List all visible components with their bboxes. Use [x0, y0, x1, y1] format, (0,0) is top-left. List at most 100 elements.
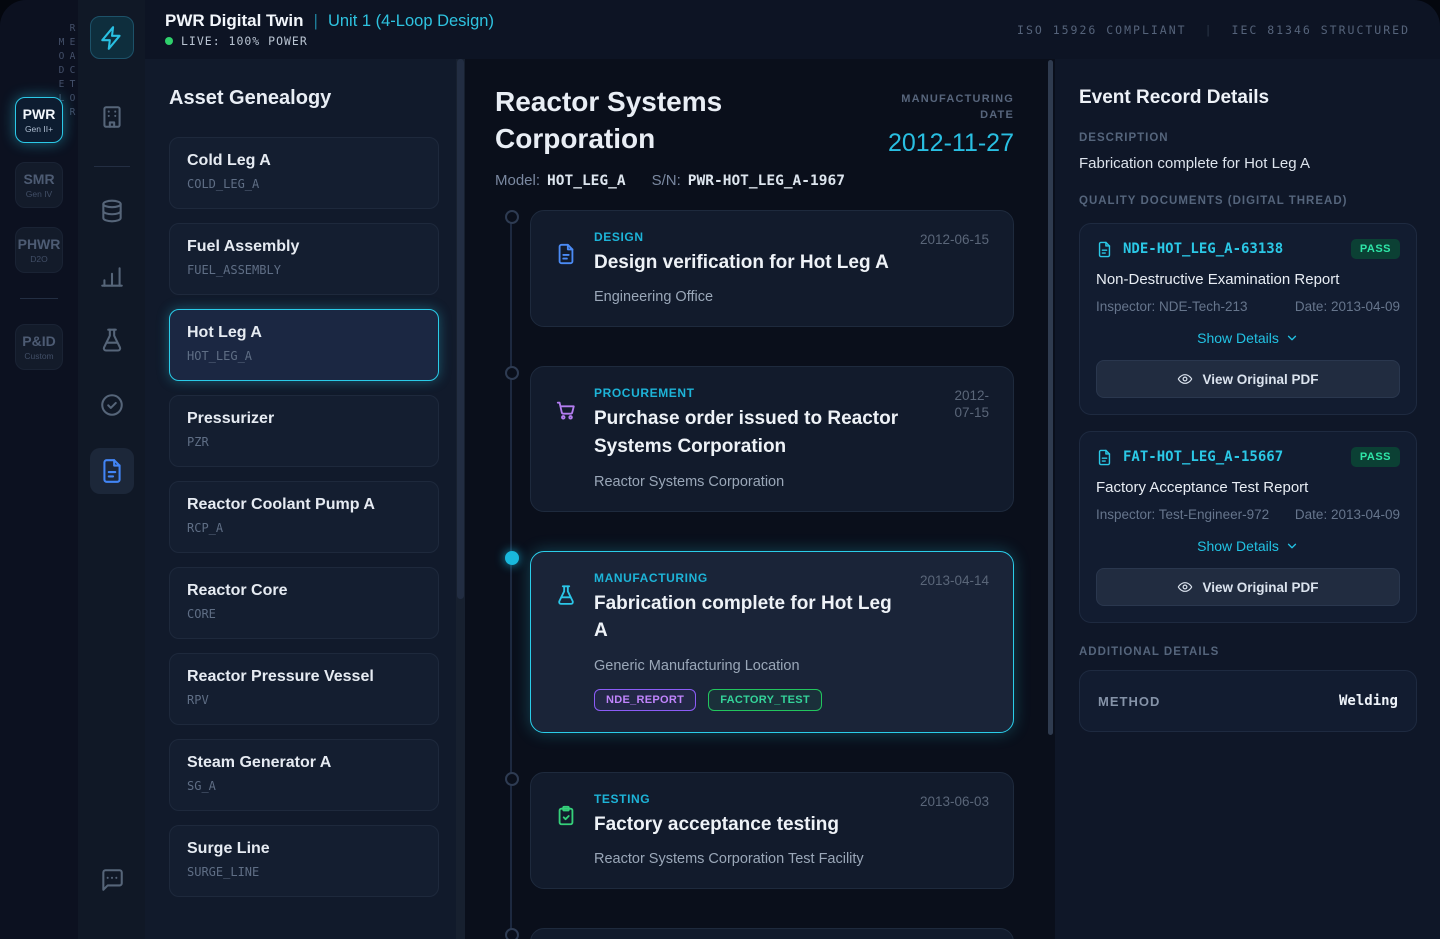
- live-status-text: LIVE: 100% POWER: [181, 34, 308, 48]
- asset-code: SG_A: [187, 779, 421, 793]
- method-value: Welding: [1339, 693, 1398, 709]
- event-card-shipping[interactable]: SHIPPING Component shipped to constructi…: [530, 928, 1014, 939]
- event-card-design[interactable]: DESIGN Design verification for Hot Leg A…: [530, 210, 1014, 328]
- model-name: SMR: [23, 171, 54, 187]
- event-card-procurement[interactable]: PROCUREMENT Purchase order issued to Rea…: [530, 366, 1014, 511]
- asset-code: CORE: [187, 607, 421, 621]
- event-phase: TESTING: [594, 792, 906, 806]
- header-divider: |: [1205, 23, 1214, 37]
- manufacturer-name: Reactor Systems Corporation: [495, 84, 775, 158]
- document-id: NDE-HOT_LEG_A-63138: [1123, 241, 1351, 257]
- bar-chart-icon[interactable]: [99, 264, 125, 290]
- asset-item-reactor-core[interactable]: Reactor Core CORE: [169, 567, 439, 639]
- document-name: Non-Destructive Examination Report: [1096, 271, 1400, 288]
- event-record-details-panel: Event Record Details DESCRIPTION Fabrica…: [1055, 59, 1440, 939]
- timeline-spine: [510, 218, 512, 939]
- event-title: Design verification for Hot Leg A: [594, 249, 906, 277]
- event-timeline: DESIGN Design verification for Hot Leg A…: [495, 210, 1014, 939]
- event-location: Generic Manufacturing Location: [594, 658, 906, 674]
- model-value: HOT_LEG_A: [547, 173, 626, 189]
- tag-factory-test[interactable]: FACTORY_TEST: [708, 689, 822, 711]
- serial-number-label: S/N:: [652, 172, 681, 189]
- show-details-link[interactable]: Show Details: [1096, 330, 1400, 346]
- chat-icon[interactable]: [99, 867, 125, 893]
- event-location: Reactor Systems Corporation Test Facilit…: [594, 851, 906, 867]
- building-icon[interactable]: [99, 104, 125, 130]
- model-name: PWR: [23, 106, 56, 122]
- asset-code: SURGE_LINE: [187, 865, 421, 879]
- event-location: Engineering Office: [594, 289, 906, 305]
- timeline-node: [505, 928, 519, 939]
- pass-status-badge: PASS: [1351, 239, 1400, 259]
- asset-item-reactor-pressure-vessel[interactable]: Reactor Pressure Vessel RPV: [169, 653, 439, 725]
- document-card-nde: NDE-HOT_LEG_A-63138 PASS Non-Destructive…: [1079, 223, 1417, 415]
- event-title: Fabrication complete for Hot Leg A: [594, 590, 906, 645]
- document-icon[interactable]: [90, 448, 134, 494]
- document-inspector: Inspector: Test-Engineer-972: [1096, 507, 1269, 522]
- asset-panel-title: Asset Genealogy: [169, 87, 439, 110]
- content-area: PWR Digital Twin | Unit 1 (4-Loop Design…: [145, 0, 1440, 939]
- asset-name: Reactor Core: [187, 582, 421, 600]
- view-original-pdf-button[interactable]: View Original PDF: [1096, 360, 1400, 398]
- view-original-pdf-button[interactable]: View Original PDF: [1096, 568, 1400, 606]
- asset-item-fuel-assembly[interactable]: Fuel Assembly FUEL_ASSEMBLY: [169, 223, 439, 295]
- event-date: 2013-06-03: [920, 792, 989, 809]
- timeline-node: [505, 772, 519, 786]
- asset-item-steam-generator-a[interactable]: Steam Generator A SG_A: [169, 739, 439, 811]
- quality-documents-label: QUALITY DOCUMENTS (DIGITAL THREAD): [1079, 195, 1417, 207]
- asset-name: Hot Leg A: [187, 324, 421, 342]
- iso-compliance-badge: ISO 15926 COMPLIANT: [1017, 23, 1187, 37]
- manufacturing-date-label: MANUFACTURING DATE: [884, 92, 1014, 124]
- document-date: Date: 2013-04-09: [1295, 507, 1400, 522]
- model-button-smr[interactable]: SMR Gen IV: [15, 162, 63, 208]
- serial-number-value: PWR-HOT_LEG_A-1967: [688, 173, 845, 189]
- event-date: 2012-06-15: [920, 230, 989, 247]
- asset-list-scrollbar[interactable]: [456, 59, 465, 939]
- event-card-testing[interactable]: TESTING Factory acceptance testing React…: [530, 772, 1014, 890]
- event-phase: MANUFACTURING: [594, 571, 906, 585]
- timeline-node: [505, 551, 519, 565]
- asset-item-hot-leg-a[interactable]: Hot Leg A HOT_LEG_A: [169, 309, 439, 381]
- shopping-cart-icon: [555, 399, 577, 421]
- flask-icon: [555, 584, 577, 606]
- show-details-link[interactable]: Show Details: [1096, 538, 1400, 554]
- chevron-down-icon: [1285, 331, 1299, 345]
- model-sub: D2O: [30, 254, 47, 264]
- flask-icon[interactable]: [99, 327, 125, 353]
- eye-icon: [1177, 579, 1193, 595]
- model-button-phwr[interactable]: PHWR D2O: [15, 227, 63, 273]
- file-text-icon: [555, 243, 577, 265]
- asset-item-pressurizer[interactable]: Pressurizer PZR: [169, 395, 439, 467]
- document-date: Date: 2013-04-09: [1295, 299, 1400, 314]
- event-location: Reactor Systems Corporation: [594, 474, 923, 490]
- asset-code: RCP_A: [187, 521, 421, 535]
- asset-name: Fuel Assembly: [187, 238, 421, 256]
- model-sub: Gen IV: [26, 189, 52, 199]
- check-circle-icon[interactable]: [99, 392, 125, 418]
- model-button-pid[interactable]: P&ID Custom: [15, 324, 63, 370]
- asset-item-surge-line[interactable]: Surge Line SURGE_LINE: [169, 825, 439, 897]
- timeline-node: [505, 366, 519, 380]
- asset-item-cold-leg-a[interactable]: Cold Leg A COLD_LEG_A: [169, 137, 439, 209]
- database-icon[interactable]: [99, 198, 125, 224]
- asset-item-reactor-coolant-pump-a[interactable]: Reactor Coolant Pump A RCP_A: [169, 481, 439, 553]
- model-button-pwr[interactable]: PWR Gen II+: [15, 97, 63, 143]
- view-pdf-label: View Original PDF: [1202, 372, 1318, 387]
- app-title: PWR Digital Twin: [165, 11, 304, 31]
- timeline-node: [505, 210, 519, 224]
- additional-details-label: ADDITIONAL DETAILS: [1079, 646, 1417, 658]
- timeline-panel: Reactor Systems Corporation MANUFACTURIN…: [465, 59, 1055, 939]
- show-details-label: Show Details: [1197, 330, 1279, 346]
- asset-name: Steam Generator A: [187, 754, 421, 772]
- event-card-manufacturing[interactable]: MANUFACTURING Fabrication complete for H…: [530, 551, 1014, 733]
- lightning-icon[interactable]: [90, 16, 134, 59]
- description-label: DESCRIPTION: [1079, 132, 1417, 144]
- clipboard-check-icon: [555, 805, 577, 827]
- tag-nde-report[interactable]: NDE_REPORT: [594, 689, 696, 711]
- event-title: Purchase order issued to Reactor Systems…: [594, 405, 923, 460]
- event-title: Factory acceptance testing: [594, 811, 906, 839]
- timeline-scrollbar[interactable]: [1048, 60, 1053, 735]
- file-text-icon: [1096, 449, 1113, 466]
- event-phase: PROCUREMENT: [594, 386, 923, 400]
- event-date: 2012-07-15: [937, 386, 989, 422]
